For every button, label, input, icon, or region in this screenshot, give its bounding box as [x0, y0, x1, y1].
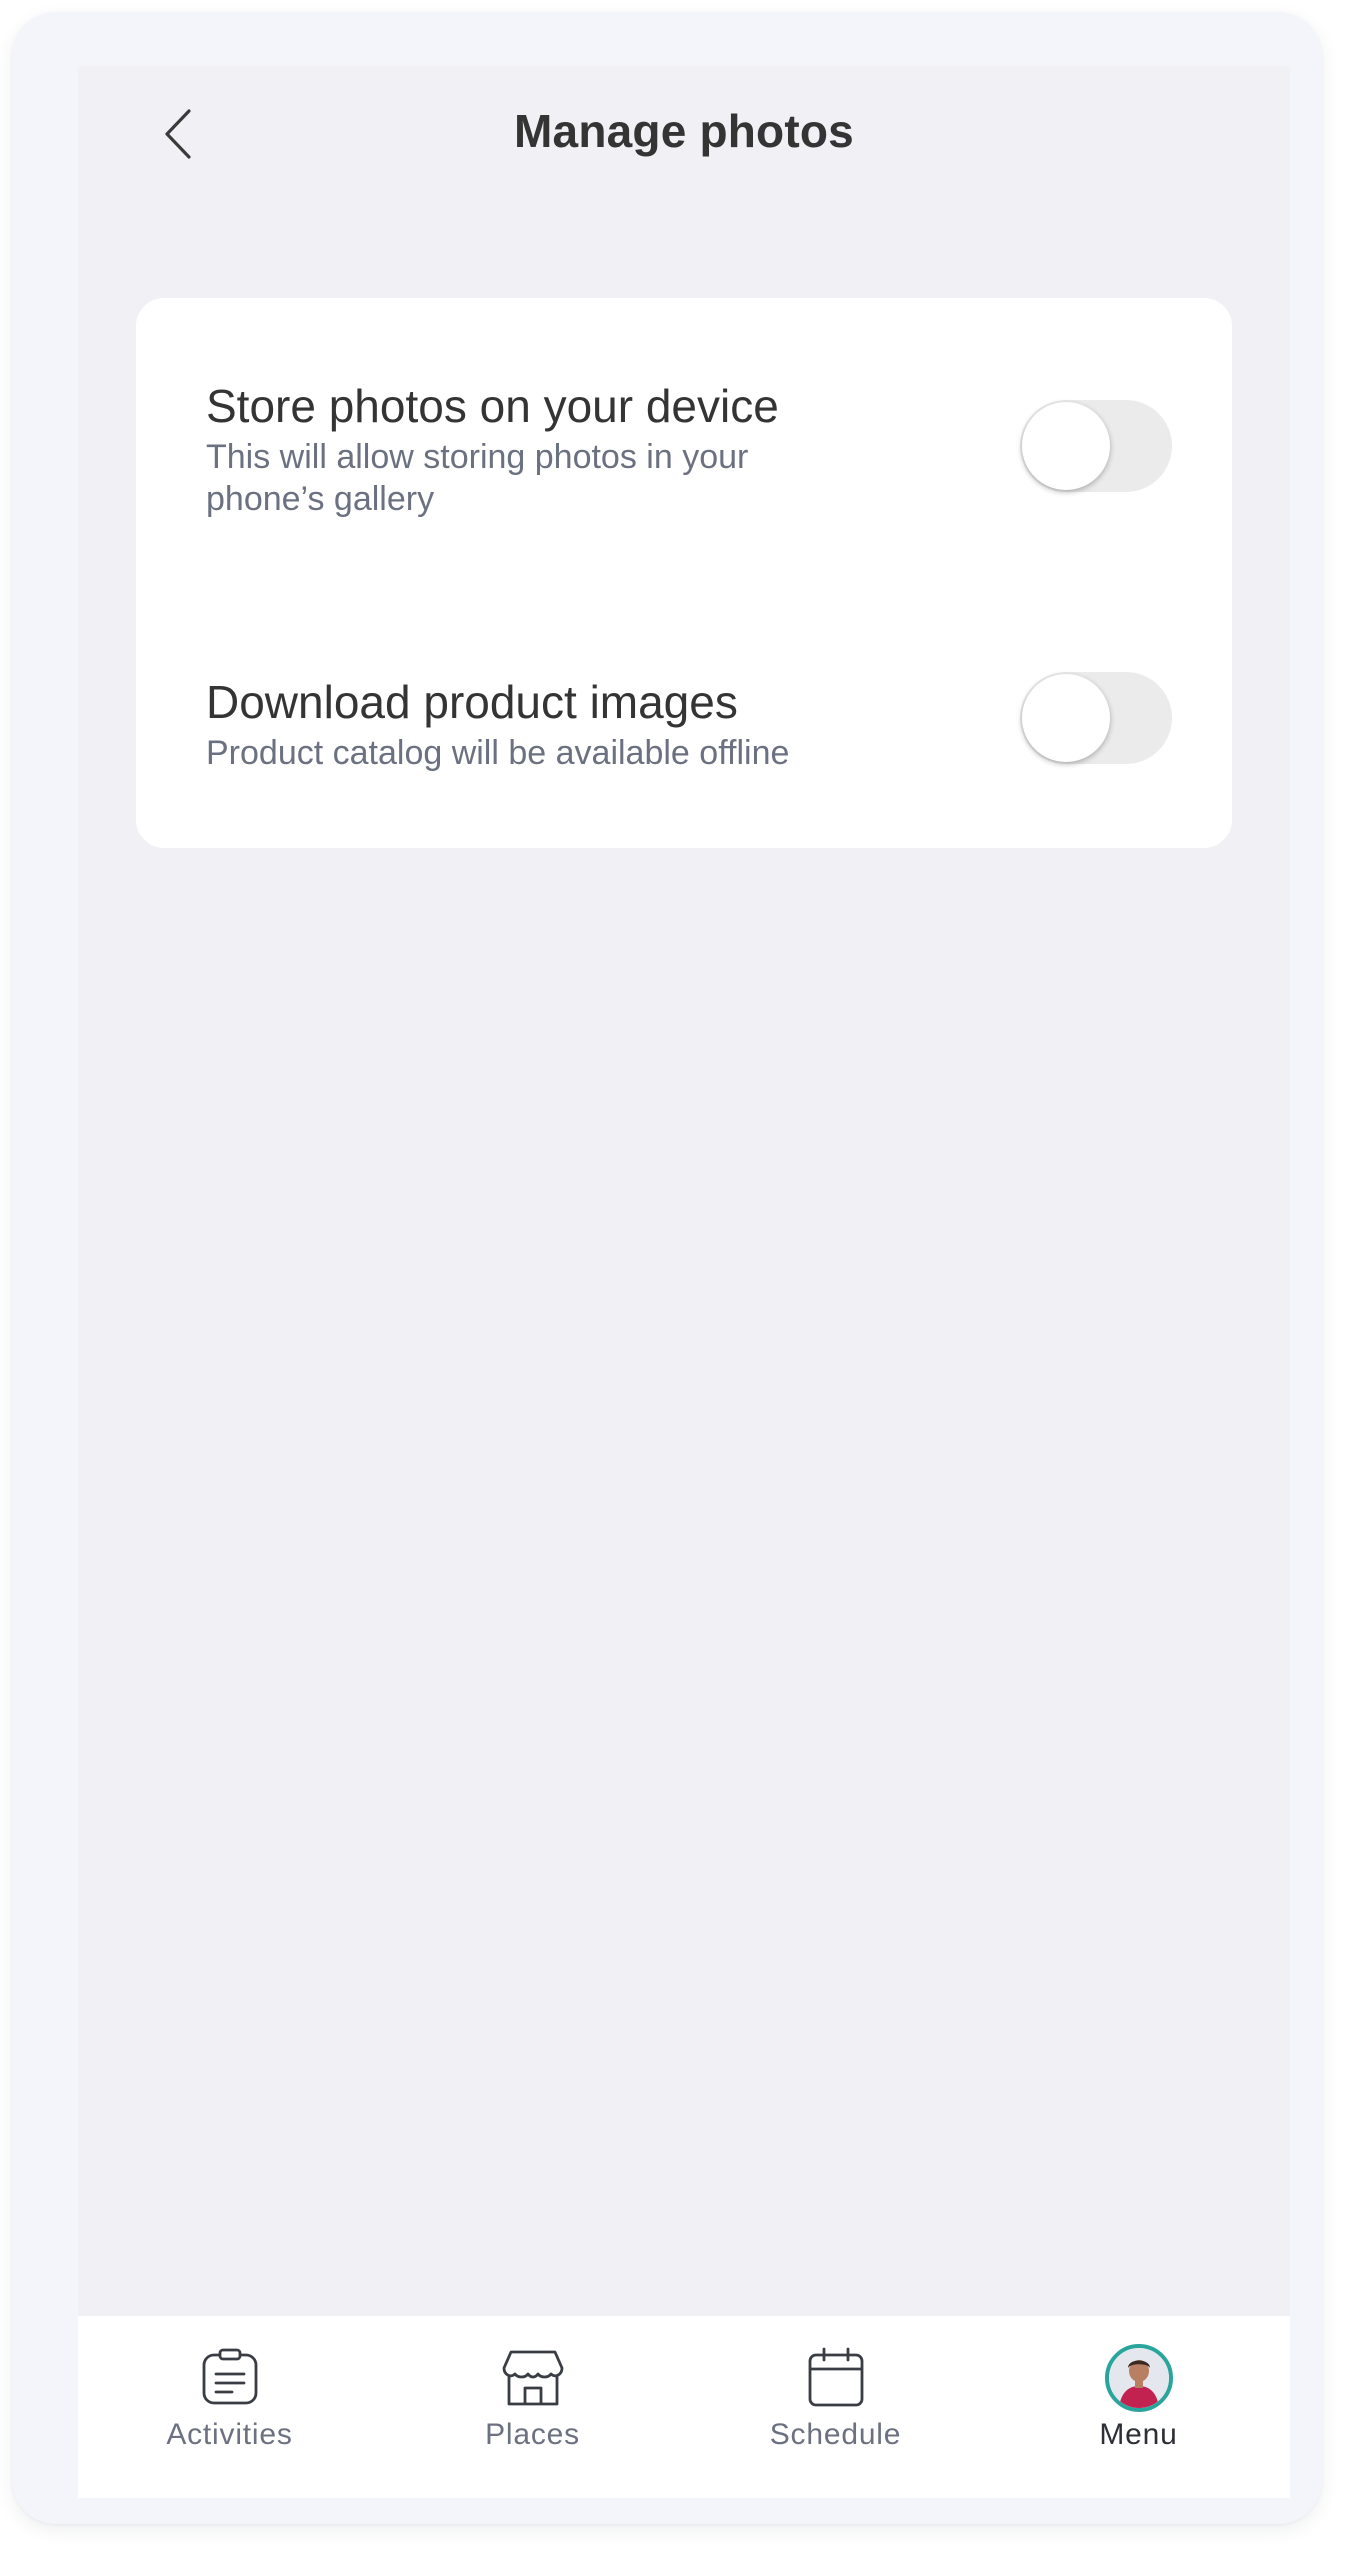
setting-title: Store photos on your device — [206, 380, 779, 432]
nav-item-activities[interactable]: Activities — [78, 2316, 381, 2498]
header: Manage photos — [78, 66, 1290, 196]
calendar-icon — [796, 2338, 876, 2418]
store-photos-toggle[interactable] — [1020, 400, 1172, 492]
bottom-nav: Activities Places Schedule Menu — [78, 2316, 1290, 2498]
device-frame: Manage photos Store photos on your devic… — [12, 12, 1322, 2524]
store-icon — [493, 2338, 573, 2418]
toggle-knob — [1022, 674, 1110, 762]
screen: Manage photos Store photos on your devic… — [78, 66, 1290, 2498]
setting-description-line: phone’s gallery — [206, 480, 435, 518]
setting-title: Download product images — [206, 676, 738, 728]
avatar — [1099, 2338, 1179, 2418]
settings-card: Store photos on your device This will al… — [136, 298, 1232, 848]
setting-description: Product catalog will be available offlin… — [206, 732, 826, 774]
setting-description: This will allow storing photos in your p… — [206, 436, 826, 520]
setting-description-line: This will allow storing photos in your — [206, 438, 749, 476]
nav-label: Places — [485, 2418, 580, 2451]
toggle-knob — [1022, 402, 1110, 490]
avatar-image — [1104, 2344, 1173, 2412]
nav-label: Activities — [166, 2418, 293, 2451]
page-title: Manage photos — [514, 105, 854, 157]
nav-item-places[interactable]: Places — [381, 2316, 684, 2498]
nav-label: Menu — [1099, 2418, 1178, 2451]
download-images-toggle[interactable] — [1020, 672, 1172, 764]
setting-description-line: Product catalog will be available offlin… — [206, 734, 790, 772]
clipboard-icon — [190, 2338, 270, 2418]
nav-item-schedule[interactable]: Schedule — [684, 2316, 987, 2498]
nav-item-menu[interactable]: Menu — [987, 2316, 1290, 2498]
nav-label: Schedule — [769, 2418, 902, 2451]
